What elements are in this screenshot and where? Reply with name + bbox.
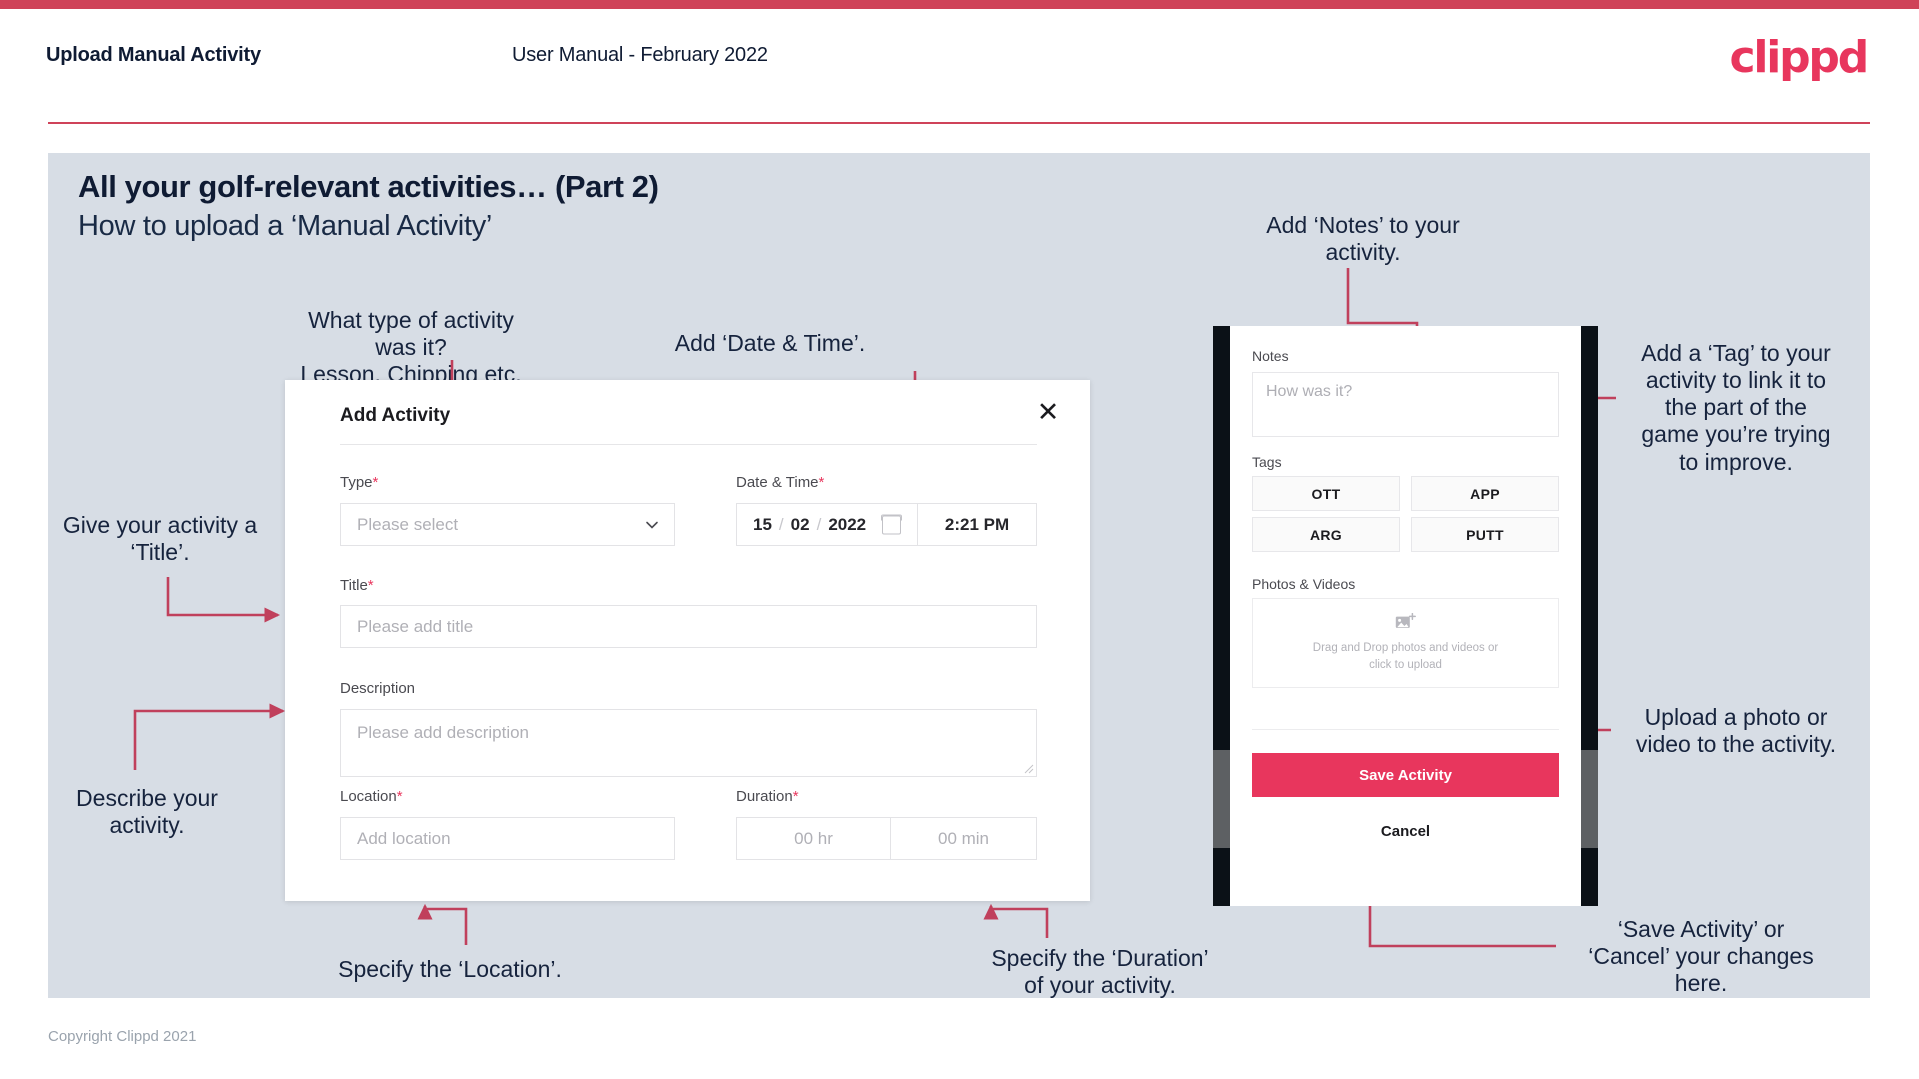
- annotation-description: Describe your activity.: [76, 785, 218, 839]
- dropzone-line-1: Drag and Drop photos and videos or: [1312, 641, 1499, 654]
- location-required-marker: *: [396, 788, 403, 805]
- slide-page: Upload Manual Activity User Manual - Feb…: [0, 0, 1919, 1079]
- mobile-preview: Notes How was it? Tags OTT APP ARG PUTT …: [1213, 326, 1598, 906]
- annotation-datetime: Add ‘Date & Time’.: [674, 330, 866, 356]
- date-input[interactable]: 15 / 02 / 2022: [736, 503, 918, 546]
- dialog-title: Add Activity: [340, 405, 451, 426]
- date-day: 15: [753, 514, 772, 534]
- duration-hours-placeholder: 00 hr: [794, 828, 833, 848]
- add-image-icon: [1395, 612, 1416, 628]
- duration-required-marker: *: [792, 788, 799, 805]
- title-required-marker: *: [367, 577, 374, 594]
- type-select[interactable]: Please select: [340, 503, 675, 546]
- tag-app[interactable]: APP: [1411, 476, 1559, 511]
- annotation-title: Give your activity a ‘Title’.: [62, 512, 258, 566]
- photo-dropzone[interactable]: Drag and Drop photos and videos or click…: [1252, 598, 1559, 688]
- description-placeholder: Please add description: [357, 723, 530, 742]
- tag-arg[interactable]: ARG: [1252, 517, 1400, 552]
- header-divider: [48, 122, 1870, 124]
- tag-app-label: APP: [1470, 485, 1500, 502]
- duration-label-text: Duration: [736, 788, 793, 805]
- dropzone-line-2: click to upload: [1369, 658, 1442, 671]
- clippd-logo: clippd: [1729, 32, 1869, 83]
- location-label: Location*: [340, 788, 403, 805]
- footer-copyright: Copyright Clippd 2021: [48, 1028, 197, 1045]
- annotation-duration: Specify the ‘Duration’ of your activity.: [991, 945, 1209, 999]
- location-label-text: Location: [340, 788, 397, 805]
- save-activity-label: Save Activity: [1359, 766, 1452, 784]
- datetime-label-text: Date & Time: [736, 474, 819, 491]
- datetime-label: Date & Time*: [736, 474, 824, 491]
- annotation-type: What type of activity was it? Lesson, Ch…: [300, 307, 522, 388]
- title-input[interactable]: Please add title: [340, 605, 1037, 648]
- annotation-location: Specify the ‘Location’.: [338, 956, 562, 982]
- type-select-placeholder: Please select: [357, 514, 459, 534]
- mobile-screen: Notes How was it? Tags OTT APP ARG PUTT …: [1230, 326, 1581, 906]
- tag-putt-label: PUTT: [1466, 526, 1504, 543]
- annotation-notes: Add ‘Notes’ to your activity.: [1266, 212, 1460, 266]
- description-label-text: Description: [340, 680, 416, 697]
- annotation-upload: Upload a photo or video to the activity.: [1635, 704, 1837, 758]
- type-label: Type*: [340, 474, 378, 491]
- actions-divider: [1252, 729, 1559, 730]
- phone-scrollbar-left[interactable]: [1213, 750, 1230, 848]
- type-required-marker: *: [372, 474, 379, 491]
- chevron-down-icon: [646, 521, 658, 529]
- location-input[interactable]: Add location: [340, 817, 675, 860]
- photos-videos-label: Photos & Videos: [1252, 576, 1356, 592]
- notes-placeholder: How was it?: [1266, 383, 1353, 400]
- date-year: 2022: [828, 514, 867, 534]
- page-subtitle: How to upload a ‘Manual Activity’: [78, 210, 493, 242]
- close-icon[interactable]: ✕: [1031, 395, 1065, 429]
- date-sep-2: /: [816, 514, 822, 534]
- location-placeholder: Add location: [357, 828, 451, 848]
- type-label-text: Type: [340, 474, 373, 491]
- page-title: All your golf-relevant activities… (Part…: [78, 169, 659, 204]
- duration-minutes-input[interactable]: 00 min: [891, 817, 1037, 860]
- notes-label: Notes: [1252, 348, 1289, 364]
- date-sep-1: /: [778, 514, 784, 534]
- annotation-save: ‘Save Activity’ or ‘Cancel’ your changes…: [1588, 916, 1814, 997]
- title-label-text: Title: [340, 577, 368, 594]
- time-input[interactable]: 2:21 PM: [918, 503, 1037, 546]
- save-activity-button[interactable]: Save Activity: [1252, 753, 1559, 797]
- header-subtitle: User Manual - February 2022: [512, 44, 768, 66]
- datetime-required-marker: *: [818, 474, 825, 491]
- phone-scrollbar-right[interactable]: [1581, 750, 1598, 848]
- title-placeholder: Please add title: [357, 616, 474, 636]
- notes-textarea[interactable]: How was it?: [1252, 372, 1559, 437]
- add-activity-dialog: Add Activity ✕ Type* Please select Date …: [285, 380, 1090, 901]
- header-title: Upload Manual Activity: [46, 44, 261, 66]
- cancel-label: Cancel: [1380, 822, 1431, 840]
- title-label: Title*: [340, 577, 374, 594]
- cancel-button[interactable]: Cancel: [1252, 816, 1559, 846]
- duration-hours-input[interactable]: 00 hr: [736, 817, 891, 860]
- tag-ott[interactable]: OTT: [1252, 476, 1400, 511]
- top-accent-bar: [0, 0, 1919, 9]
- time-value: 2:21 PM: [944, 514, 1010, 534]
- duration-minutes-placeholder: 00 min: [937, 828, 990, 848]
- resize-grip-icon[interactable]: [1024, 764, 1034, 774]
- description-label: Description: [340, 680, 415, 697]
- calendar-icon[interactable]: [881, 514, 902, 534]
- tags-label: Tags: [1252, 454, 1282, 470]
- description-textarea[interactable]: Please add description: [340, 709, 1037, 777]
- tag-ott-label: OTT: [1311, 485, 1341, 502]
- duration-label: Duration*: [736, 788, 799, 805]
- dialog-divider: [340, 444, 1037, 445]
- annotation-tags: Add a ‘Tag’ to your activity to link it …: [1641, 340, 1831, 475]
- date-month: 02: [790, 514, 810, 534]
- tag-putt[interactable]: PUTT: [1411, 517, 1559, 552]
- tag-arg-label: ARG: [1309, 526, 1342, 543]
